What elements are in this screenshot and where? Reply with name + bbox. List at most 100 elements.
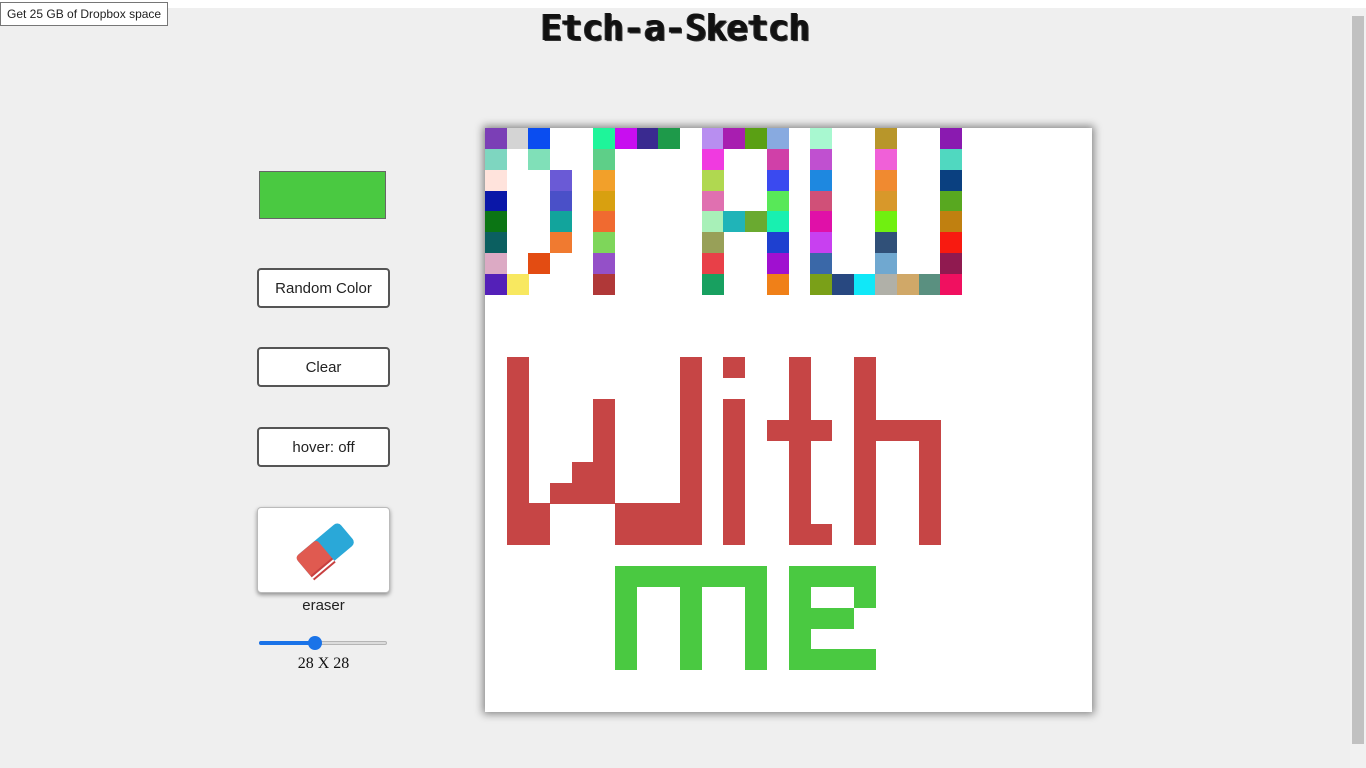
- grid-cell[interactable]: [875, 274, 898, 295]
- grid-cell[interactable]: [831, 607, 854, 629]
- grid-cell[interactable]: [745, 607, 768, 629]
- grid-cell[interactable]: [766, 211, 789, 233]
- grid-cell[interactable]: [875, 128, 898, 149]
- grid-cell[interactable]: [810, 148, 833, 170]
- grid-cell[interactable]: [875, 190, 898, 212]
- grid-cell[interactable]: [853, 482, 876, 504]
- grid-cell[interactable]: [636, 128, 659, 149]
- grid-cell[interactable]: [485, 232, 507, 254]
- grid-cell[interactable]: [701, 190, 724, 212]
- grid-cell[interactable]: [485, 148, 507, 170]
- grid-cell[interactable]: [593, 420, 616, 441]
- grid-cell[interactable]: [766, 253, 789, 275]
- grid-cell[interactable]: [615, 524, 638, 546]
- grid-cell[interactable]: [940, 274, 963, 295]
- grid-cell[interactable]: [788, 378, 811, 400]
- grid-cell[interactable]: [853, 440, 876, 462]
- grid-cell[interactable]: [745, 628, 768, 650]
- grid-cell[interactable]: [485, 211, 507, 233]
- grid-cell[interactable]: [680, 607, 703, 629]
- grid-cell[interactable]: [571, 482, 594, 504]
- grid-cell[interactable]: [788, 357, 811, 379]
- grid-cell[interactable]: [918, 440, 941, 462]
- grid-cell[interactable]: [940, 148, 963, 170]
- grid-cell[interactable]: [788, 420, 811, 441]
- grid-cell[interactable]: [766, 420, 789, 441]
- grid-cell[interactable]: [723, 524, 746, 546]
- grid-cell[interactable]: [680, 503, 703, 525]
- grid-cell[interactable]: [788, 440, 811, 462]
- grid-cell[interactable]: [701, 148, 724, 170]
- grid-cell[interactable]: [701, 128, 724, 149]
- grid-cell[interactable]: [788, 482, 811, 504]
- grid-cell[interactable]: [680, 440, 703, 462]
- grid-cell[interactable]: [485, 128, 507, 149]
- grid-cell[interactable]: [810, 232, 833, 254]
- grid-cell[interactable]: [680, 357, 703, 379]
- color-picker-swatch[interactable]: [259, 171, 386, 219]
- grid-cell[interactable]: [615, 566, 638, 587]
- grid-cell[interactable]: [918, 420, 941, 441]
- grid-cell[interactable]: [485, 274, 507, 295]
- grid-cell[interactable]: [506, 420, 529, 441]
- grid-cell[interactable]: [940, 190, 963, 212]
- grid-cell[interactable]: [875, 148, 898, 170]
- grid-cell[interactable]: [615, 628, 638, 650]
- grid-cell[interactable]: [658, 524, 681, 546]
- grid-cell[interactable]: [831, 566, 854, 587]
- grid-cell[interactable]: [506, 482, 529, 504]
- grid-cell[interactable]: [680, 649, 703, 671]
- grid-cell[interactable]: [831, 274, 854, 295]
- grid-cell[interactable]: [853, 461, 876, 483]
- grid-cell[interactable]: [918, 503, 941, 525]
- grid-cell[interactable]: [680, 524, 703, 546]
- grid-cell[interactable]: [636, 503, 659, 525]
- grid-cell[interactable]: [940, 169, 963, 191]
- grid-cell[interactable]: [766, 232, 789, 254]
- grid-size-slider[interactable]: [259, 634, 387, 652]
- grid-cell[interactable]: [506, 461, 529, 483]
- grid-cell[interactable]: [918, 524, 941, 546]
- grid-cell[interactable]: [788, 566, 811, 587]
- grid-cell[interactable]: [658, 503, 681, 525]
- grid-cell[interactable]: [593, 128, 616, 149]
- grid-cell[interactable]: [723, 566, 746, 587]
- grid-cell[interactable]: [723, 128, 746, 149]
- grid-cell[interactable]: [810, 211, 833, 233]
- grid-cell[interactable]: [593, 399, 616, 421]
- grid-cell[interactable]: [788, 607, 811, 629]
- grid-cell[interactable]: [680, 399, 703, 421]
- grid-cell[interactable]: [766, 274, 789, 295]
- grid-cell[interactable]: [680, 378, 703, 400]
- grid-cell[interactable]: [593, 461, 616, 483]
- grid-cell[interactable]: [701, 566, 724, 587]
- grid-cell[interactable]: [550, 190, 573, 212]
- grid-cell[interactable]: [853, 357, 876, 379]
- grid-cell[interactable]: [918, 482, 941, 504]
- grid-cell[interactable]: [701, 274, 724, 295]
- grid-cell[interactable]: [506, 378, 529, 400]
- grid-cell[interactable]: [766, 190, 789, 212]
- grid-cell[interactable]: [723, 357, 746, 379]
- grid-cell[interactable]: [485, 253, 507, 275]
- grid-cell[interactable]: [615, 128, 638, 149]
- grid-cell[interactable]: [940, 128, 963, 149]
- grid-cell[interactable]: [506, 399, 529, 421]
- random-color-button[interactable]: Random Color: [257, 268, 390, 308]
- grid-cell[interactable]: [875, 211, 898, 233]
- grid-cell[interactable]: [528, 128, 551, 149]
- clear-button[interactable]: Clear: [257, 347, 390, 387]
- grid-cell[interactable]: [766, 169, 789, 191]
- grid-cell[interactable]: [528, 524, 551, 546]
- grid-cell[interactable]: [810, 253, 833, 275]
- grid-cell[interactable]: [896, 420, 919, 441]
- grid-cell[interactable]: [528, 253, 551, 275]
- grid-cell[interactable]: [788, 503, 811, 525]
- grid-cell[interactable]: [506, 357, 529, 379]
- grid-cell[interactable]: [745, 566, 768, 587]
- grid-cell[interactable]: [701, 169, 724, 191]
- grid-cell[interactable]: [853, 524, 876, 546]
- grid-cell[interactable]: [875, 169, 898, 191]
- grid-cell[interactable]: [723, 440, 746, 462]
- grid-cell[interactable]: [485, 190, 507, 212]
